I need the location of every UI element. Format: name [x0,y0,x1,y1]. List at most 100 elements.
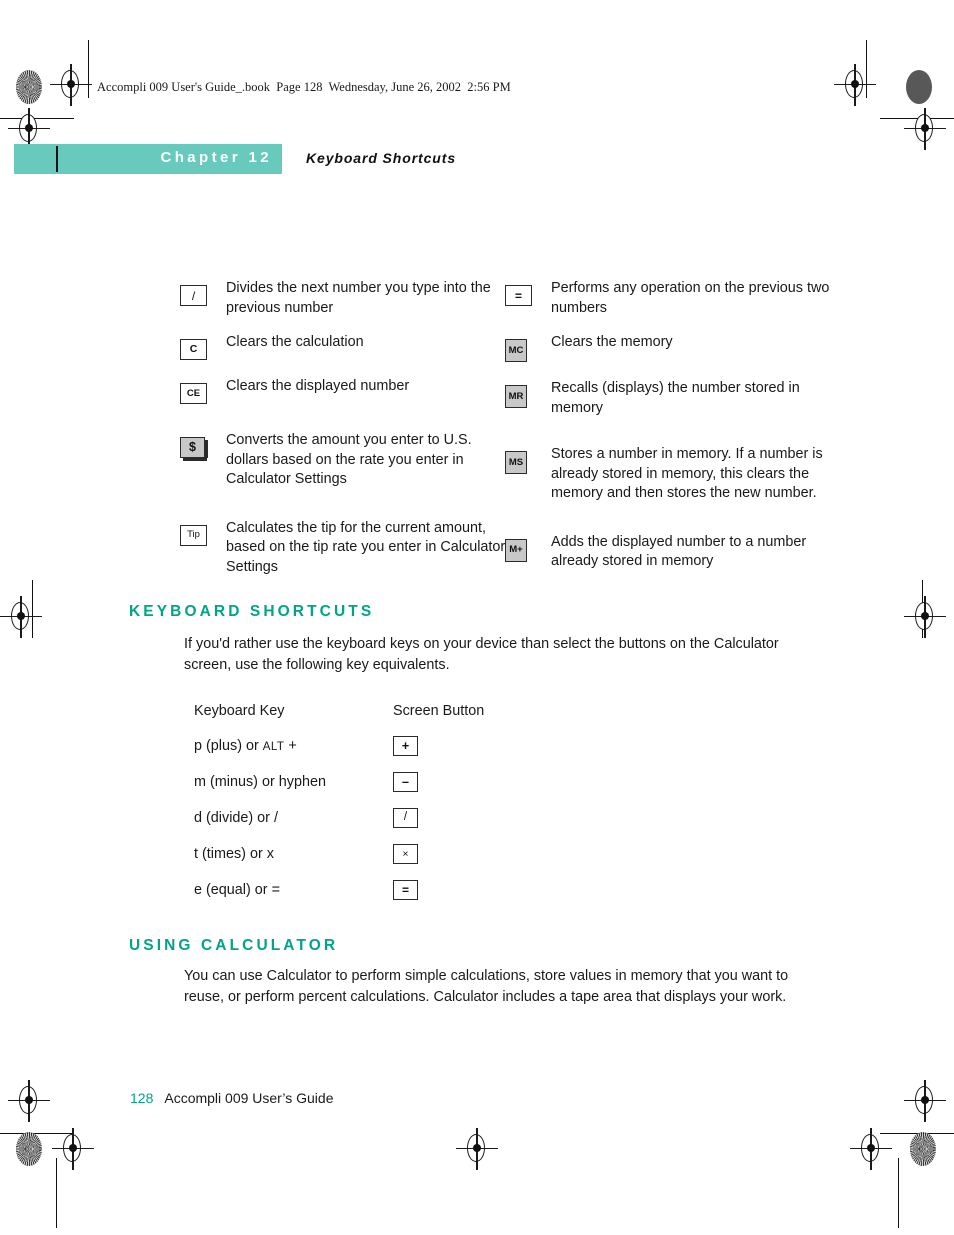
definition-text: Stores a number in memory. If a number i… [551,446,823,501]
keyboard-key-label: p (plus) or ALT + [194,738,391,754]
definition-text: Calculates the tip for the current amoun… [226,519,506,575]
registration-mark-left-upper [8,108,50,150]
screen-button-cell: / [391,808,513,828]
equals-button-icon[interactable]: = [505,285,532,306]
registration-mark-right-upper [904,108,946,150]
trim-line-bottom-right-vertical [898,1158,900,1228]
button-reference-right-column: = Performs any operation on the previous… [505,278,835,586]
memory-store-button-icon[interactable]: MS [505,451,527,474]
registration-mark-left-lower [8,1080,50,1122]
definition-icon-cell: Tip [180,518,226,546]
keyboard-shortcut-table: Keyboard Key Screen Button p (plus) or A… [194,694,624,908]
memory-add-button-icon[interactable]: M+ [505,538,527,562]
definition-icon-cell: $ [180,430,226,461]
trim-line-bottom-left-vertical [56,1158,58,1228]
keyboard-key-label: d (divide) or / [194,810,391,826]
definition-text: Clears the memory [551,334,673,350]
plus-button-icon[interactable]: + [393,736,418,756]
halftone-dot-top-right [906,70,932,104]
keyboard-shortcuts-intro: If you'd rather use the keyboard keys on… [184,636,779,673]
key-modifier: ALT [262,740,285,753]
screen-button-cell: = [391,880,513,900]
clear-button-icon[interactable]: C [180,339,207,360]
definition-icon-cell: MR [505,378,551,408]
definition-row: Tip Calculates the tip for the current a… [180,518,510,578]
page-footer: 128 Accompli 009 User’s Guide [130,1090,333,1106]
table-row: t (times) or x × [194,836,624,872]
column-header-screen-button: Screen Button [393,703,485,719]
table-row: m (minus) or hyphen – [194,764,624,800]
definition-text: Performs any operation on the previous t… [551,280,830,316]
definition-row: / Divides the next number you type into … [180,278,510,318]
tip-button-icon[interactable]: Tip [180,524,207,546]
definition-icon-cell: MC [505,332,551,362]
chapter-banner-rule [56,146,58,172]
definition-row: M+ Adds the displayed number to a number… [505,532,835,572]
keyboard-key-label: m (minus) or hyphen [194,774,391,790]
definition-text: Clears the calculation [226,334,364,350]
screen-button-cell: + [391,736,513,756]
book-file-header: Accompli 009 User's Guide_.book Page 128… [97,80,511,94]
halftone-dot-bottom-right [910,1132,936,1166]
registration-mark-bottom-left [52,1128,94,1170]
section-heading-using-calculator: USING CALCULATOR [129,937,339,954]
registration-mark-top-right [834,64,876,106]
table-row: p (plus) or ALT + + [194,728,624,764]
button-reference-left-column: / Divides the next number you type into … [180,278,510,591]
registration-mark-right-lower [904,1080,946,1122]
clear-entry-button-icon[interactable]: CE [180,383,207,404]
times-button-icon[interactable]: × [393,844,418,864]
page-title: Keyboard Shortcuts [306,150,456,166]
minus-button-icon[interactable]: – [393,772,418,792]
key-prefix: m (minus) or hyphen [194,774,326,790]
screen-button-cell: – [391,772,513,792]
chapter-banner: Chapter 12 [14,144,282,174]
definition-row: C Clears the calculation [180,332,510,360]
divide-button-icon[interactable]: / [180,285,207,306]
key-prefix: e (equal) or = [194,882,280,898]
halftone-dot-bottom-left [16,1132,42,1166]
definition-icon-cell: C [180,332,226,360]
halftone-dot-top-left [16,70,42,104]
registration-mark-mid-left [0,596,42,638]
definition-text: Clears the displayed number [226,378,410,394]
definition-row: $ Converts the amount you enter to U.S. … [180,430,510,490]
registration-mark-bottom-right [850,1128,892,1170]
definition-text: Adds the displayed number to a number al… [551,533,807,570]
definition-icon-cell: / [180,278,226,306]
screen-button-cell: × [391,844,513,864]
definition-text: Recalls (displays) the number stored in … [551,380,800,416]
definition-row: MR Recalls (displays) the number stored … [505,378,835,418]
memory-clear-button-icon[interactable]: MC [505,339,527,362]
registration-mark-bottom-center [456,1128,498,1170]
definition-icon-cell: = [505,278,551,306]
table-row: e (equal) or = = [194,872,624,908]
using-calculator-body: You can use Calculator to perform simple… [184,968,789,1005]
section-heading-keyboard-shortcuts: KEYBOARD SHORTCUTS [129,603,375,620]
definition-row: MS Stores a number in memory. If a numbe… [505,444,835,504]
definition-text: Converts the amount you enter to U.S. do… [226,432,472,487]
dollar-button-icon[interactable]: $ [180,437,208,461]
registration-mark-mid-right [904,596,946,638]
definition-row: MC Clears the memory [505,332,835,362]
divide-button-icon[interactable]: / [393,808,418,828]
table-row: d (divide) or / / [194,800,624,836]
definition-row: = Performs any operation on the previous… [505,278,835,318]
footer-page-number: 128 [130,1090,154,1106]
registration-mark-top-left [50,64,92,106]
key-prefix: p (plus) or [194,738,263,754]
definition-text: Divides the next number you type into th… [226,280,491,316]
chapter-label: Chapter 12 [160,149,272,166]
key-prefix: t (times) or x [194,846,274,862]
memory-recall-button-icon[interactable]: MR [505,385,527,408]
equals-button-icon[interactable]: = [393,880,418,900]
definition-icon-cell: MS [505,444,551,474]
key-prefix: d (divide) or / [194,810,278,826]
definition-row: CE Clears the displayed number [180,376,510,404]
keyboard-key-label: e (equal) or = [194,882,391,898]
column-header-keyboard-key: Keyboard Key [194,703,285,719]
table-header-row: Keyboard Key Screen Button [194,694,624,728]
key-suffix: + [284,738,297,754]
trim-line-top-left-vertical [88,40,90,98]
definition-icon-cell: M+ [505,532,551,562]
